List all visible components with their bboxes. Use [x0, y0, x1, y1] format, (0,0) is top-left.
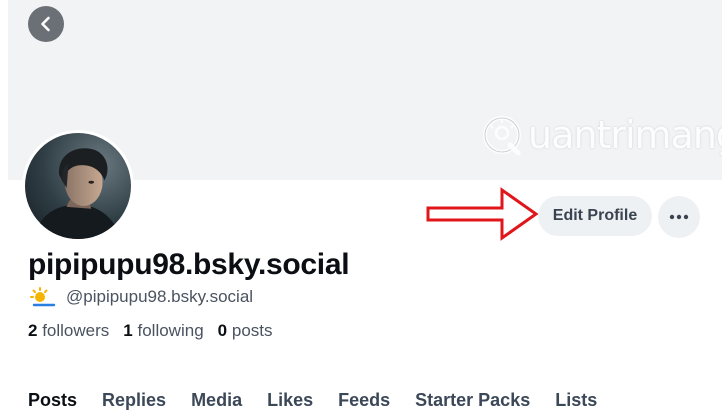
profile-stats: 2 followers 1 following 0 posts: [28, 321, 273, 341]
tab-replies[interactable]: Replies: [102, 390, 166, 411]
back-button[interactable]: [28, 6, 64, 42]
watermark: uantrimang: [480, 110, 722, 160]
avatar[interactable]: [22, 130, 134, 242]
ellipsis-icon: [669, 214, 689, 220]
profile-tabs: Posts Replies Media Likes Feeds Starter …: [28, 390, 597, 411]
handle: @pipipupu98.bsky.social: [66, 287, 254, 306]
tab-lists[interactable]: Lists: [555, 390, 597, 411]
edit-profile-button[interactable]: Edit Profile: [538, 196, 652, 236]
watermark-text: uantrimang: [528, 113, 722, 157]
tab-feeds[interactable]: Feeds: [338, 390, 390, 411]
chevron-left-icon: [41, 16, 50, 32]
posts-stat: 0 posts: [218, 321, 273, 341]
tab-media[interactable]: Media: [191, 390, 242, 411]
followers-stat[interactable]: 2 followers: [28, 321, 109, 341]
posts-count: 0: [217, 321, 228, 340]
tab-posts[interactable]: Posts: [28, 390, 77, 411]
posts-label: posts: [231, 321, 273, 340]
more-options-button[interactable]: [658, 196, 700, 238]
tab-likes[interactable]: Likes: [267, 390, 313, 411]
watermark-logo-icon: [483, 116, 521, 156]
handle-row: @pipipupu98.bsky.social: [30, 287, 253, 307]
followers-label: followers: [42, 321, 110, 340]
tab-starter-packs[interactable]: Starter Packs: [415, 390, 530, 411]
following-count: 1: [123, 321, 133, 340]
avatar-photo: [25, 133, 131, 239]
following-stat[interactable]: 1 following: [123, 321, 203, 341]
display-name: pipipupu98.bsky.social: [28, 248, 350, 281]
annotation-arrow-icon: [426, 187, 539, 241]
followers-count: 2: [28, 321, 38, 340]
following-label: following: [137, 321, 204, 340]
sun-cloud-icon: [30, 287, 56, 307]
